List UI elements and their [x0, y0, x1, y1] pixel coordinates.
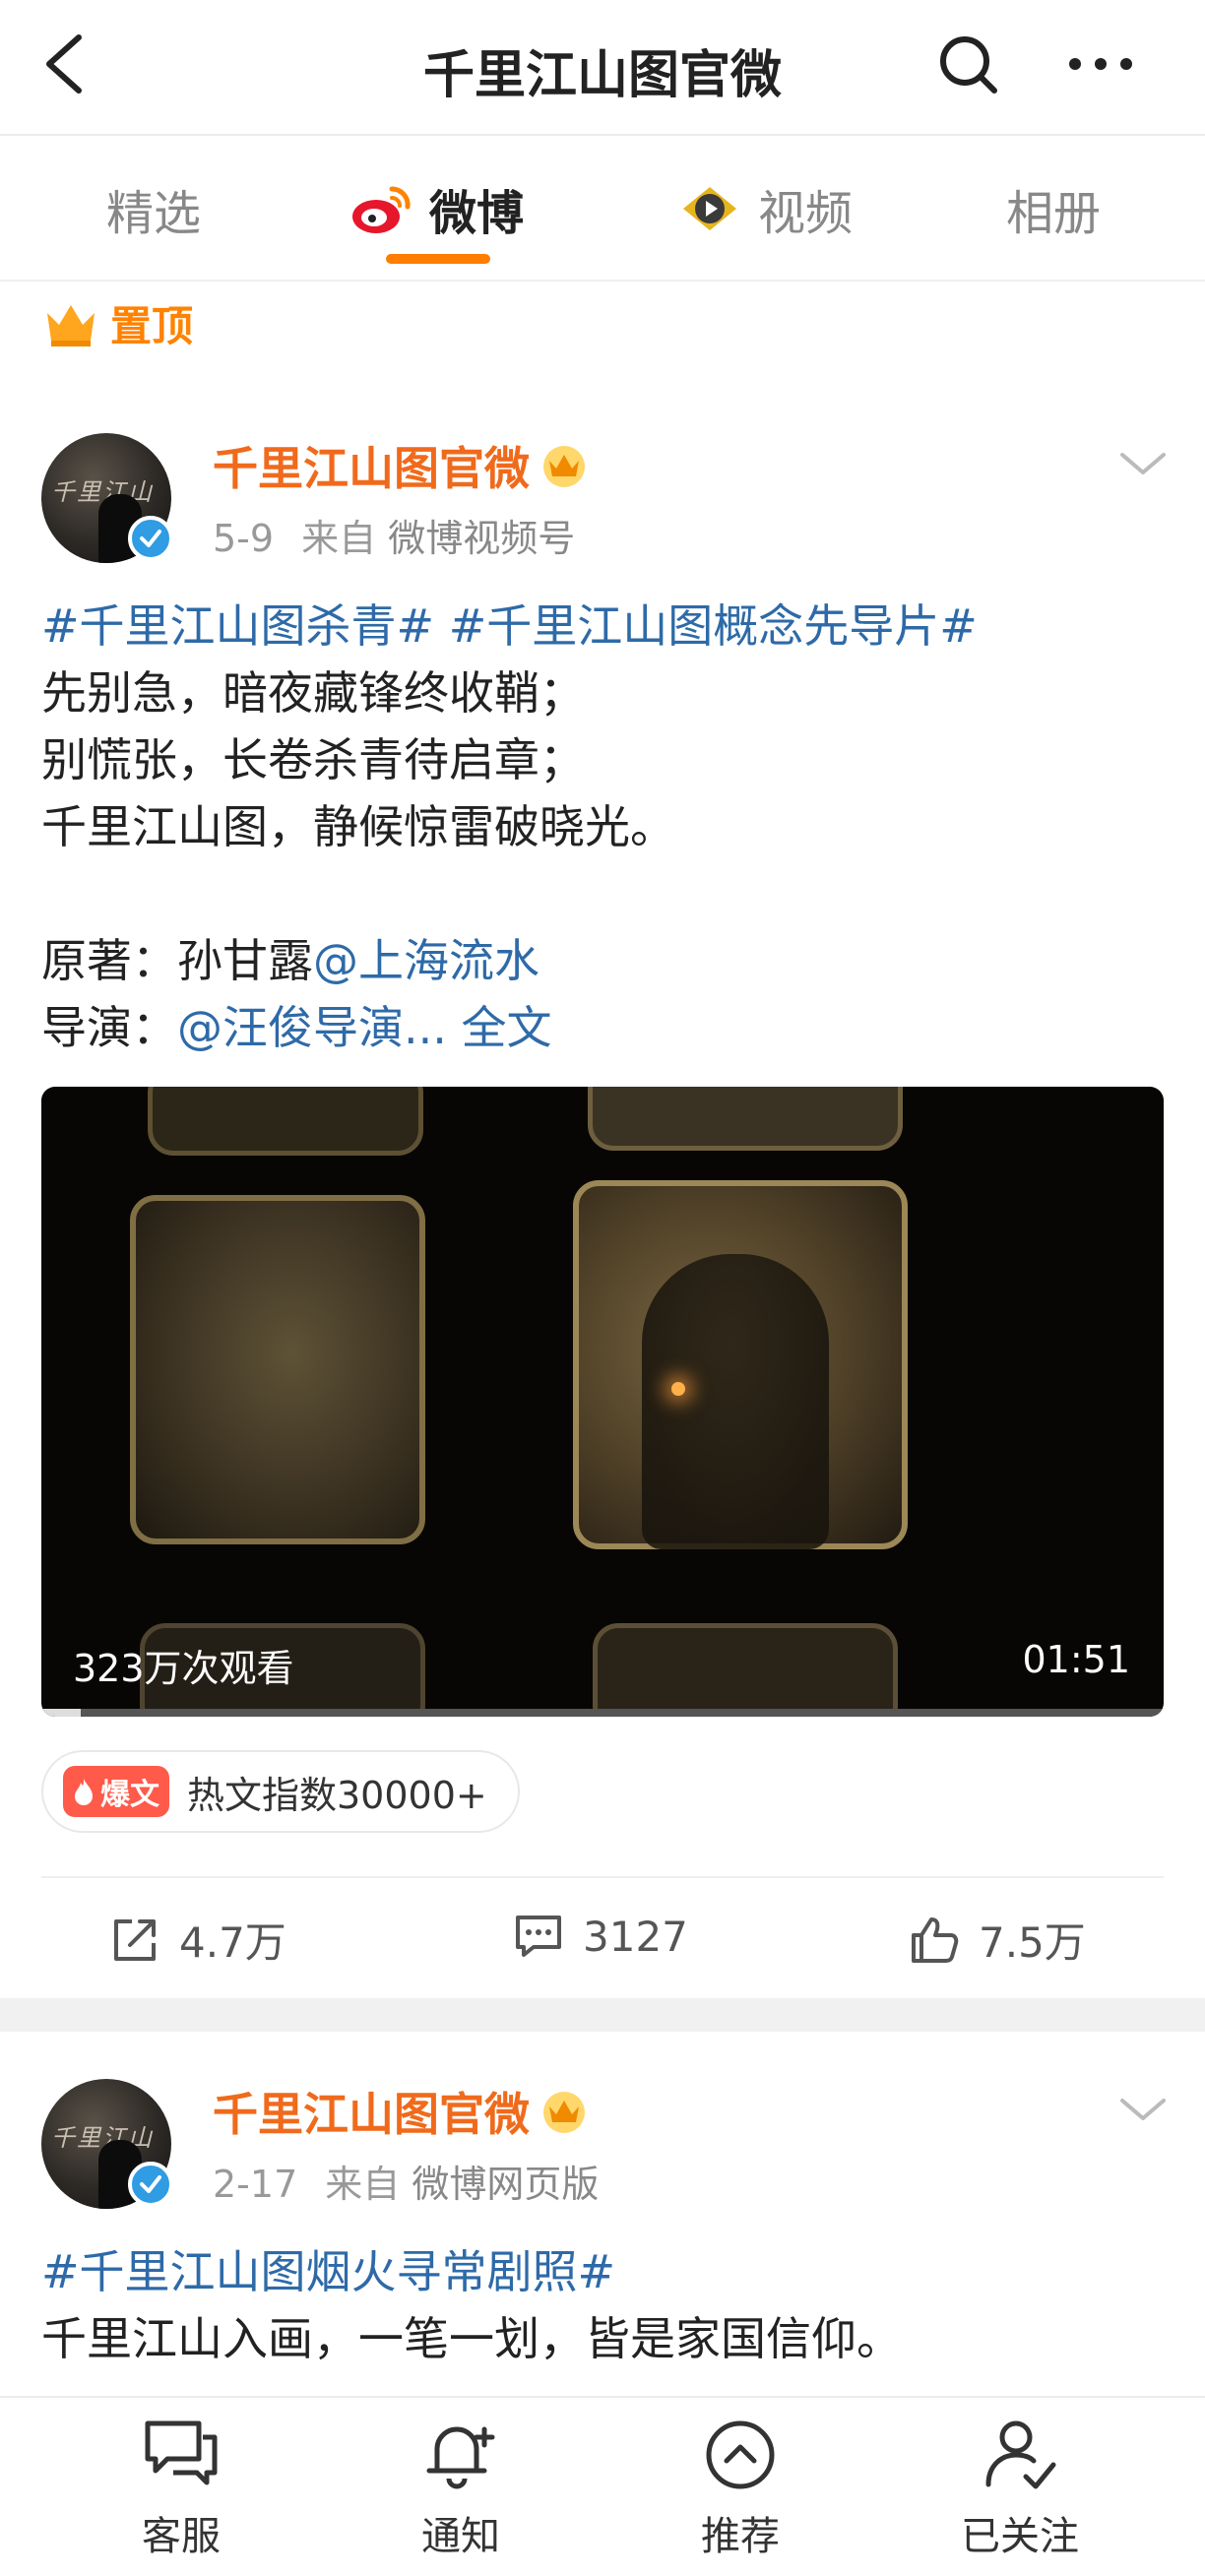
post-date: 2-17	[213, 2163, 298, 2206]
hot-badge: 爆文	[63, 1766, 169, 1817]
tab-label: 视频	[758, 186, 854, 241]
bell-icon	[426, 2426, 495, 2489]
more-button[interactable]	[1063, 31, 1138, 96]
tab-label: 微博	[429, 186, 525, 241]
video-figure-silhouette	[642, 1254, 829, 1549]
post-actions: 4.7万 3127 7.5万	[0, 1900, 1205, 1979]
divider	[41, 1876, 1164, 1878]
recommend-icon	[706, 2420, 775, 2489]
more-dots-icon	[1069, 58, 1132, 70]
member-crown-icon	[543, 446, 585, 487]
post-author[interactable]: 千里江山图官微	[213, 2079, 589, 2144]
verified-badge-icon	[128, 516, 173, 561]
hashtag-link[interactable]: #千里江山图杀青#	[41, 599, 434, 653]
video-frame-detail	[593, 1623, 898, 1717]
post-text: #千里江山图烟火寻常剧照# 千里江山入画，一笔一划，皆是家国信仰。	[41, 2238, 1164, 2372]
video-progress-bar[interactable]	[41, 1709, 1164, 1717]
post-line: 千里江山图，静候惊雷破晓光。	[41, 800, 675, 853]
search-button[interactable]	[935, 31, 1000, 96]
active-tab-indicator	[386, 254, 490, 264]
hashtag-link[interactable]: #千里江山图烟火寻常剧照#	[41, 2245, 615, 2298]
video-player[interactable]: 323万次观看 01:51	[41, 1087, 1164, 1717]
crown-icon	[47, 304, 95, 346]
post-line: 别慌张，长卷杀青待启章；	[41, 733, 585, 786]
tab-label: 精选	[106, 186, 202, 241]
tab-label: 相册	[1006, 186, 1102, 241]
thumbs-up-icon	[912, 1916, 959, 1963]
weibo-logo-icon	[352, 186, 411, 233]
pinned-label: 置顶	[43, 293, 193, 353]
post-author[interactable]: 千里江山图官微	[213, 433, 589, 498]
video-frame-detail	[588, 1087, 903, 1151]
tab-weibo[interactable]: 微博	[349, 177, 525, 241]
mention-link[interactable]: @汪俊导演...	[177, 1001, 447, 1054]
post-meta: 5-9 来自 微博视频号	[213, 508, 575, 562]
hot-post-chip[interactable]: 爆文 热文指数30000+	[41, 1750, 520, 1833]
member-crown-icon	[543, 2092, 585, 2133]
bottom-nav: 客服 通知 推荐 已关注	[0, 2396, 1205, 2576]
comment-button[interactable]: 3127	[512, 1910, 688, 1963]
comment-icon	[516, 1916, 561, 1957]
post-menu-button[interactable]	[1118, 2095, 1168, 2124]
source-prefix: 来自	[325, 2163, 401, 2206]
repost-icon	[114, 1918, 156, 1961]
hashtag-link[interactable]: #千里江山图概念先导片#	[449, 599, 978, 653]
post-menu-button[interactable]	[1118, 449, 1168, 478]
chevron-down-icon	[1120, 2099, 1166, 2120]
repost-button[interactable]: 4.7万	[108, 1910, 286, 1970]
video-frame-detail	[130, 1195, 425, 1544]
profile-tabs: 精选 微博 视频 相册	[0, 138, 1205, 282]
post-text: #千里江山图杀青# #千里江山图概念先导片# 先别急，暗夜藏锋终收鞘； 别慌张，…	[41, 593, 1164, 1061]
credit-label: 导演：	[41, 1001, 177, 1054]
tab-featured[interactable]: 精选	[106, 177, 202, 241]
expand-full-text-link[interactable]: 全文	[462, 1001, 552, 1054]
hot-index-label: 热文指数30000+	[187, 1773, 487, 1817]
nav-label: 客服	[142, 2514, 221, 2559]
nav-customer-service[interactable]: 客服	[83, 2416, 280, 2561]
search-icon	[940, 36, 997, 94]
credit-label: 原著：孙甘露	[41, 934, 313, 987]
nav-label: 推荐	[701, 2514, 780, 2559]
post-date: 5-9	[213, 517, 275, 560]
flame-icon	[75, 1779, 93, 1805]
page-title: 千里江山图官微	[422, 46, 782, 105]
verified-badge-icon	[128, 2162, 173, 2207]
nav-notifications[interactable]: 通知	[362, 2416, 559, 2561]
post-source[interactable]: 微博网页版	[412, 2163, 599, 2206]
video-duration: 01:51	[1022, 1638, 1130, 1681]
source-prefix: 来自	[301, 517, 377, 560]
post-line: 千里江山入画，一笔一划，皆是家国信仰。	[41, 2312, 902, 2365]
video-frame-detail	[148, 1087, 423, 1156]
mention-link[interactable]: @上海流水	[313, 934, 539, 987]
post-source[interactable]: 微博视频号	[388, 517, 575, 560]
video-view-count: 323万次观看	[73, 1647, 294, 1690]
chat-icon	[145, 2420, 218, 2485]
feed-separator	[0, 1998, 1205, 2032]
nav-label: 已关注	[961, 2514, 1079, 2559]
video-progress-fill	[41, 1709, 81, 1717]
video-light-glow	[671, 1382, 685, 1396]
post-line: 先别急，暗夜藏锋终收鞘；	[41, 666, 585, 720]
video-tab-icon	[683, 187, 736, 230]
followed-user-icon	[985, 2420, 1056, 2489]
top-bar: 千里江山图官微	[0, 0, 1205, 136]
post-meta: 2-17 来自 微博网页版	[213, 2154, 599, 2208]
nav-following[interactable]: 已关注	[921, 2416, 1118, 2561]
nav-label: 通知	[421, 2514, 500, 2559]
tab-video[interactable]: 视频	[677, 177, 854, 241]
nav-recommend[interactable]: 推荐	[642, 2416, 839, 2561]
like-button[interactable]: 7.5万	[908, 1910, 1086, 1970]
tab-album[interactable]: 相册	[1006, 177, 1102, 241]
chevron-down-icon	[1120, 453, 1166, 474]
